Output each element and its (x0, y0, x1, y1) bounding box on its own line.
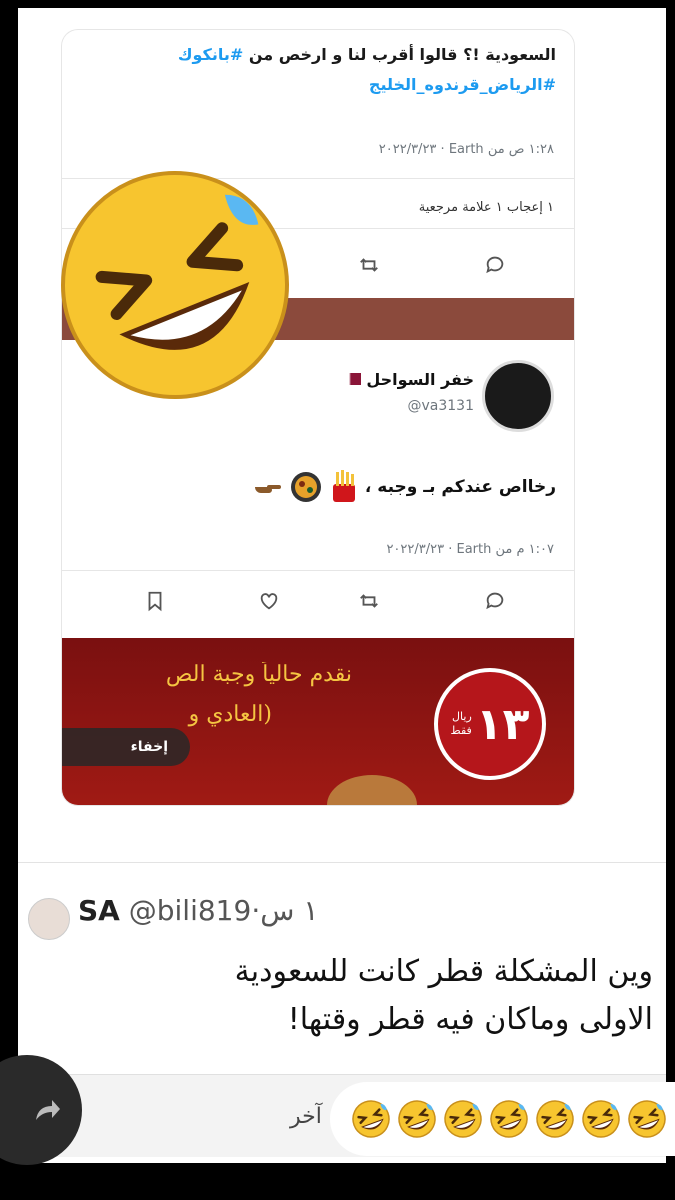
bookmark-icon[interactable] (142, 588, 168, 614)
promo-line-1: نقدم حالياً وجبة الص (165, 662, 352, 687)
reply-line-1: وين المشكلة قطر كانت للسعودية (234, 954, 653, 989)
price-value: ١٣ (475, 698, 530, 750)
reply-time: ١ س (260, 894, 319, 927)
reply-header: SA @bili819·١ س (78, 894, 319, 927)
retweet-icon[interactable] (356, 588, 382, 614)
laughing-emoji-sticker (60, 171, 289, 399)
hashtag-riyadh[interactable]: #الرياض_قرندوه_الخليج (66, 70, 556, 100)
promo-line-2: (العادي و (188, 702, 272, 727)
laughing-emoji-icon (628, 1100, 666, 1138)
food-image (327, 775, 417, 805)
share-arrow-icon (36, 1100, 60, 1120)
like-icon[interactable] (256, 588, 282, 614)
divider (62, 570, 574, 571)
laughing-emoji-icon (444, 1100, 482, 1138)
qatar-flag-icon (342, 373, 361, 385)
reply-avatar[interactable] (28, 898, 70, 940)
hide-button[interactable]: إخفاء (62, 728, 190, 766)
promo-image: نقدم حالياً وجبة الص (العادي و ١٣ ريال ف… (62, 638, 574, 805)
quoted-screenshot-card: السعودية !؟ قالوا أقرب لنا و ارخص من #با… (62, 30, 574, 805)
reply-author-handle[interactable]: @bili819 (129, 894, 252, 927)
author-avatar[interactable] (482, 360, 554, 432)
laughing-emoji-icon (582, 1100, 620, 1138)
hashtag-bangkok[interactable]: #بانكوك (178, 45, 243, 64)
reply-input-placeholder: آخر (290, 1104, 322, 1129)
quoted-stats: ١ إعجاب ١ علامة مرجعية (418, 200, 554, 215)
price-badge: ١٣ ريال فقط (434, 668, 546, 780)
reply-icon[interactable] (482, 588, 508, 614)
laughing-emoji-icon (398, 1100, 436, 1138)
reaction-emoji-pill[interactable] (330, 1082, 675, 1156)
reply-body: وين المشكلة قطر كانت للسعودية الاولى وما… (53, 948, 653, 1044)
reply-icon[interactable] (482, 252, 508, 278)
author-name[interactable]: خفر السواحل (342, 370, 474, 389)
quoted-tweet-text: السعودية !؟ قالوا أقرب لنا و ارخص من #با… (66, 40, 556, 100)
retweet-icon[interactable] (356, 252, 382, 278)
quoted-timestamp: ١:٢٨ ص من Earth · ٢٠٢٢/٣/٢٣ (378, 142, 554, 157)
price-only: فقط (450, 724, 472, 737)
author-handle[interactable]: @va3131 (408, 398, 475, 414)
reply-line-2: الاولى وماكان فيه قطر وقتها! (287, 1002, 653, 1037)
laughing-emoji-icon (536, 1100, 574, 1138)
tweet-body: رخااص عندكم بـ وجبه ، (253, 470, 556, 504)
laughing-emoji-icon (352, 1100, 390, 1138)
quoted-text-plain: السعودية !؟ قالوا أقرب لنا و ارخص من (243, 45, 556, 64)
reply-author-name[interactable]: SA (78, 894, 120, 927)
tweet-timestamp: ١:٠٧ م من Earth · ٢٠٢٢/٣/٢٣ (386, 542, 554, 557)
paella-icon (291, 472, 322, 502)
fries-icon (332, 470, 355, 502)
price-currency: ريال (452, 710, 472, 723)
pointing-hand-icon (255, 485, 282, 493)
separator (18, 862, 666, 863)
laughing-emoji-icon (490, 1100, 528, 1138)
